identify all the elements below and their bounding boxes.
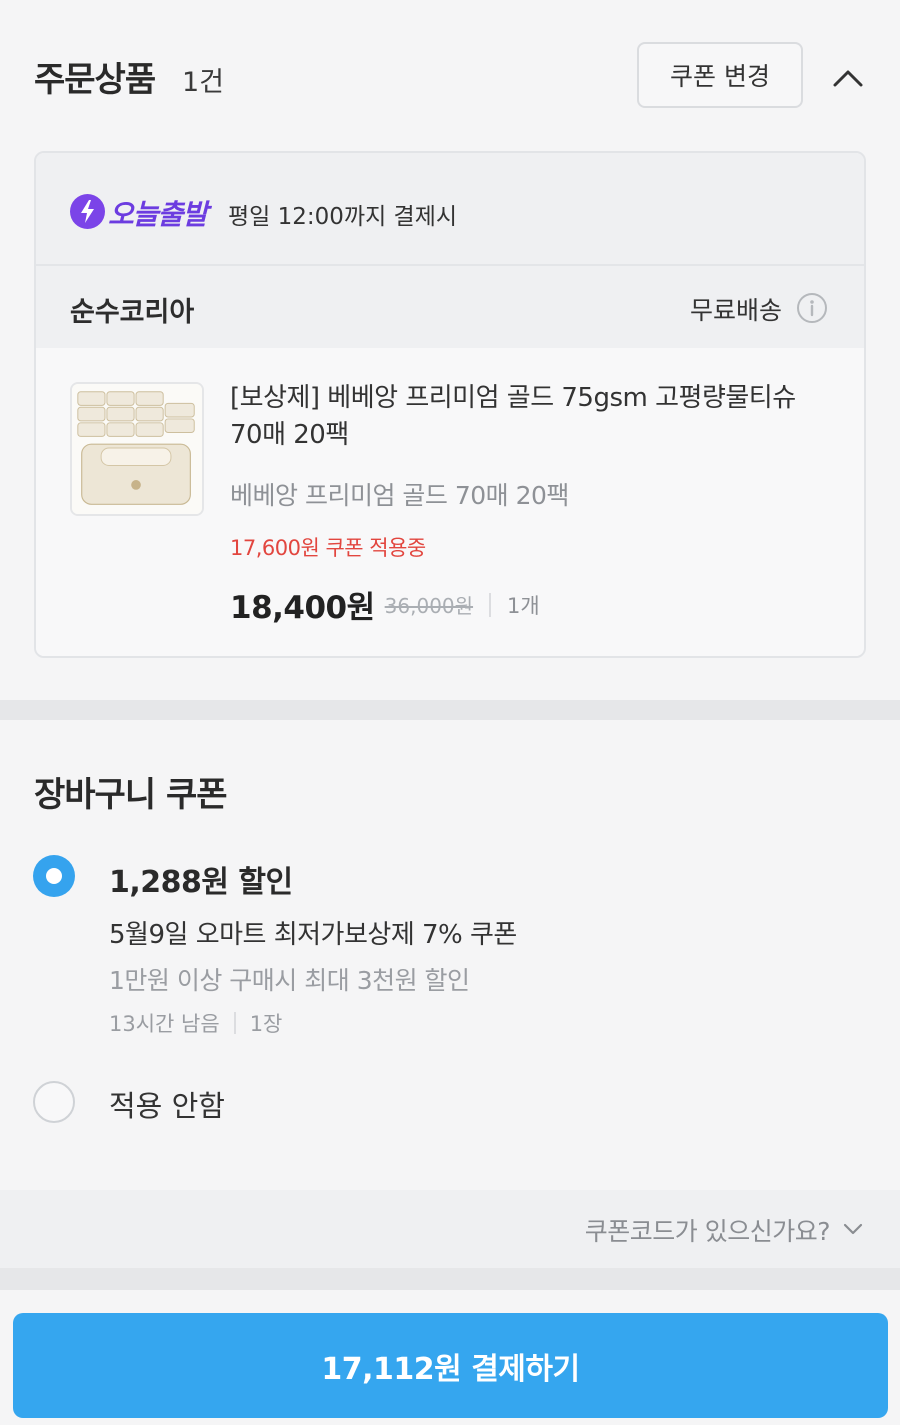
sale-price: 18,400원 [230, 590, 375, 626]
coupon-change-button[interactable]: 쿠폰 변경 [637, 42, 803, 108]
coupon-code-toggle[interactable]: 쿠폰코드가 있으신가요? [585, 1212, 831, 1248]
no-coupon-radio[interactable] [33, 1081, 75, 1123]
original-price: 36,000원 [384, 594, 474, 618]
coupon-condition: 1만원 이상 구매시 최대 3천원 할인 [109, 966, 470, 995]
section-divider [0, 700, 900, 720]
order-header: 주문상품 1건 쿠폰 변경 [0, 0, 900, 150]
quantity: 1개 [507, 593, 540, 618]
shipping-label: 무료배송 [689, 296, 782, 325]
coupon-name: 5월9일 오마트 최저가보상제 7% 쿠폰 [109, 920, 517, 950]
coupon-radio-selected[interactable] [33, 855, 75, 897]
product-item: [보상제] 베베앙 프리미엄 골드 75gsm 고평량물티슈 70매 20팩 베… [36, 348, 864, 656]
coupon-discount-amount[interactable]: 1,288원 할인 [109, 857, 293, 901]
coupon-applied-text: 17,600원 쿠폰 적용중 [230, 536, 426, 560]
seller-name: 순수코리아 [70, 297, 195, 328]
order-card: 오늘출발 평일 12:00까지 결제시 순수코리아 무료배송 [보상제] 베베앙… [34, 151, 866, 658]
product-image[interactable] [70, 382, 204, 516]
no-coupon-label[interactable]: 적용 안함 [109, 1083, 225, 1125]
coupon-count: 1장 [249, 1012, 283, 1036]
price-row: 18,400원 36,000원 1개 [230, 582, 540, 627]
pay-button[interactable]: 17,112원 결제하기 [13, 1313, 888, 1418]
product-option: 베베앙 프리미엄 골드 70매 20팩 [230, 481, 569, 510]
lightning-bolt-icon [70, 194, 105, 229]
today-shipping-label: 오늘출발 [108, 198, 208, 231]
chevron-down-icon[interactable] [842, 1218, 864, 1240]
order-title: 주문상품 [34, 60, 156, 100]
info-icon[interactable] [796, 292, 828, 324]
order-count: 1건 [182, 67, 225, 98]
seller-row: 순수코리아 무료배송 [36, 266, 864, 348]
order-page: 주문상품 1건 쿠폰 변경 오늘출발 평일 12:00까지 결제시 순수코리아 … [0, 0, 900, 1425]
coupon-time-left: 13시간 남음 [109, 1012, 220, 1036]
divider [489, 592, 492, 617]
chevron-up-icon[interactable] [830, 60, 866, 96]
coupon-code-bar[interactable]: 쿠폰코드가 있으신가요? [0, 1190, 900, 1268]
delivery-row: 오늘출발 평일 12:00까지 결제시 [36, 153, 864, 266]
divider [233, 1012, 236, 1034]
cart-coupon-title: 장바구니 쿠폰 [34, 775, 228, 815]
coupon-meta: 13시간 남음 1장 [109, 1008, 282, 1038]
product-name[interactable]: [보상제] 베베앙 프리미엄 골드 75gsm 고평량물티슈 70매 20팩 [230, 380, 830, 454]
delivery-description: 평일 12:00까지 결제시 [228, 204, 458, 230]
section-divider [0, 1268, 900, 1290]
